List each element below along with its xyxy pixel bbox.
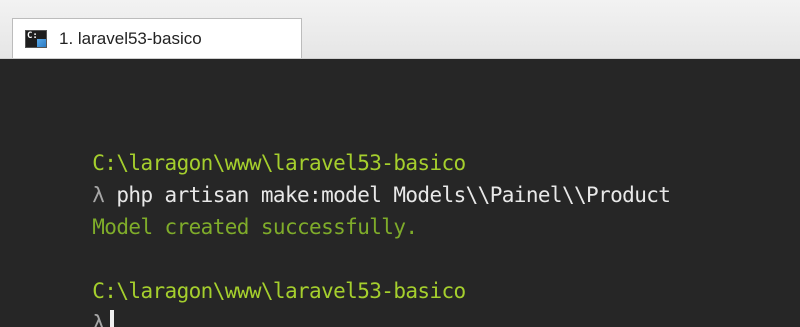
prompt-lambda: λ [92, 183, 105, 207]
tab-label: 1. laravel53-basico [59, 28, 202, 48]
terminal-line-path: C:\laragon\www\laravel53-basico [92, 151, 466, 175]
command-text: php artisan make:model Models\\Painel\\P… [116, 183, 671, 207]
tab-bar: C: 1. laravel53-basico [0, 0, 800, 59]
text-cursor [110, 310, 115, 327]
terminal-output[interactable]: C:\laragon\www\laravel53-basico λ php ar… [0, 59, 800, 327]
console-icon: C: [25, 29, 47, 48]
terminal-line-path: C:\laragon\www\laravel53-basico [92, 279, 466, 303]
terminal-window: C: 1. laravel53-basico C:\laragon\www\la… [0, 0, 800, 327]
tab-laravel53-basico[interactable]: C: 1. laravel53-basico [12, 18, 302, 58]
prompt-lambda: λ [92, 311, 105, 327]
success-message: Model created successfully. [92, 215, 418, 239]
